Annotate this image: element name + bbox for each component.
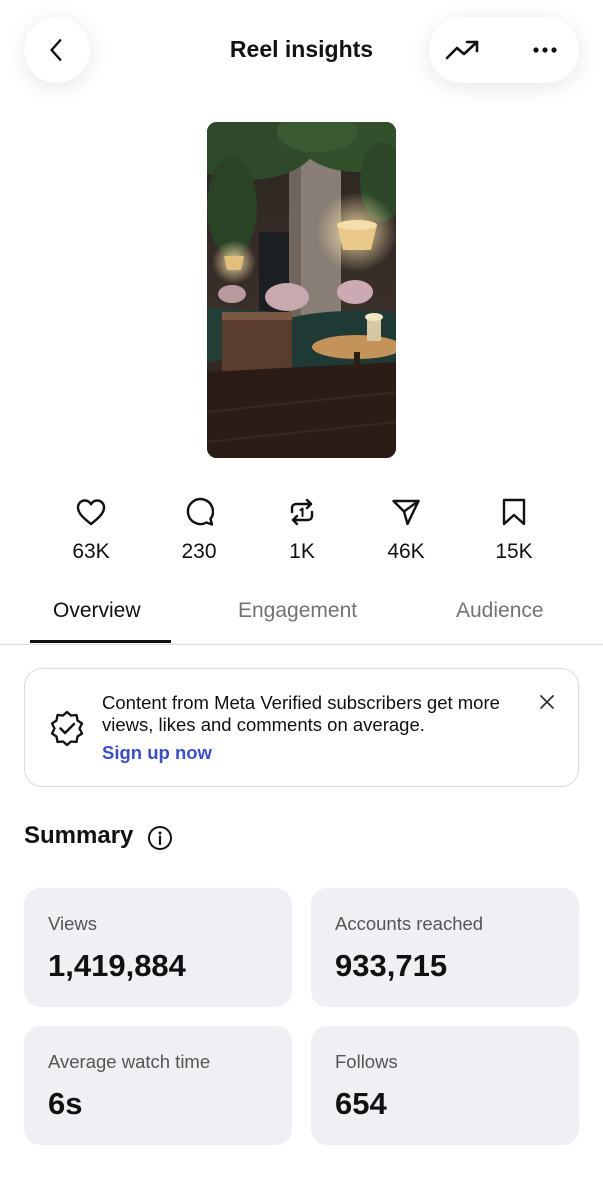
stat-shares: 46K [366,494,446,564]
active-tab-indicator [30,640,171,643]
views-value: 1,419,884 [48,948,186,983]
restaurant-interior-photo [207,122,396,458]
trends-button[interactable] [443,30,483,70]
bookmark-icon [502,498,526,526]
sign-up-link[interactable]: Sign up now [102,742,212,764]
stat-likes: 63K [51,494,131,564]
average-watch-time-label: Average watch time [48,1051,211,1072]
views-card[interactable]: Views 1,419,884 [24,888,292,1007]
close-icon [540,695,554,709]
accounts-reached-card[interactable]: Accounts reached 933,715 [311,888,579,1007]
follows-card[interactable]: Follows 654 [311,1026,579,1145]
more-horizontal-icon [533,47,557,53]
header-actions [429,17,579,83]
likes-count: 63K [72,540,110,563]
views-label: Views [48,913,98,934]
comment-icon [186,497,214,526]
reposts-count: 1K [289,540,315,563]
engagement-stats: 63K 230 1K 46K 15K [0,494,603,574]
heart-icon [76,499,106,526]
banner-close-button[interactable] [535,690,559,714]
average-watch-time-card[interactable]: Average watch time 6s [24,1026,292,1145]
tab-overview[interactable]: Overview [53,599,141,623]
meta-verified-banner: Content from Meta Verified subscribers g… [24,668,579,787]
verified-badge-icon [50,710,84,746]
repost-icon [290,498,314,526]
accounts-reached-value: 933,715 [335,948,448,983]
insights-tabs: Overview Engagement Audience [0,590,603,645]
banner-message: Content from Meta Verified subscribers g… [102,692,500,735]
comments-count: 230 [181,540,217,563]
top-bar: Reel insights [0,0,603,100]
stat-reposts: 1K [262,494,342,564]
tab-audience[interactable]: Audience [456,599,544,623]
trending-up-icon [445,40,479,60]
follows-value: 654 [335,1086,387,1121]
share-icon [392,499,420,526]
info-icon[interactable] [147,825,173,851]
shares-count: 46K [387,540,425,563]
reel-thumbnail[interactable] [207,122,396,458]
accounts-reached-label: Accounts reached [335,913,484,934]
stat-comments: 230 [159,494,239,564]
follows-label: Follows [335,1051,398,1072]
more-options-button[interactable] [525,30,565,70]
average-watch-time-value: 6s [48,1086,83,1121]
summary-title: Summary [24,822,134,849]
tab-engagement[interactable]: Engagement [238,599,357,623]
saves-count: 15K [495,540,533,563]
stat-saves: 15K [474,494,554,564]
